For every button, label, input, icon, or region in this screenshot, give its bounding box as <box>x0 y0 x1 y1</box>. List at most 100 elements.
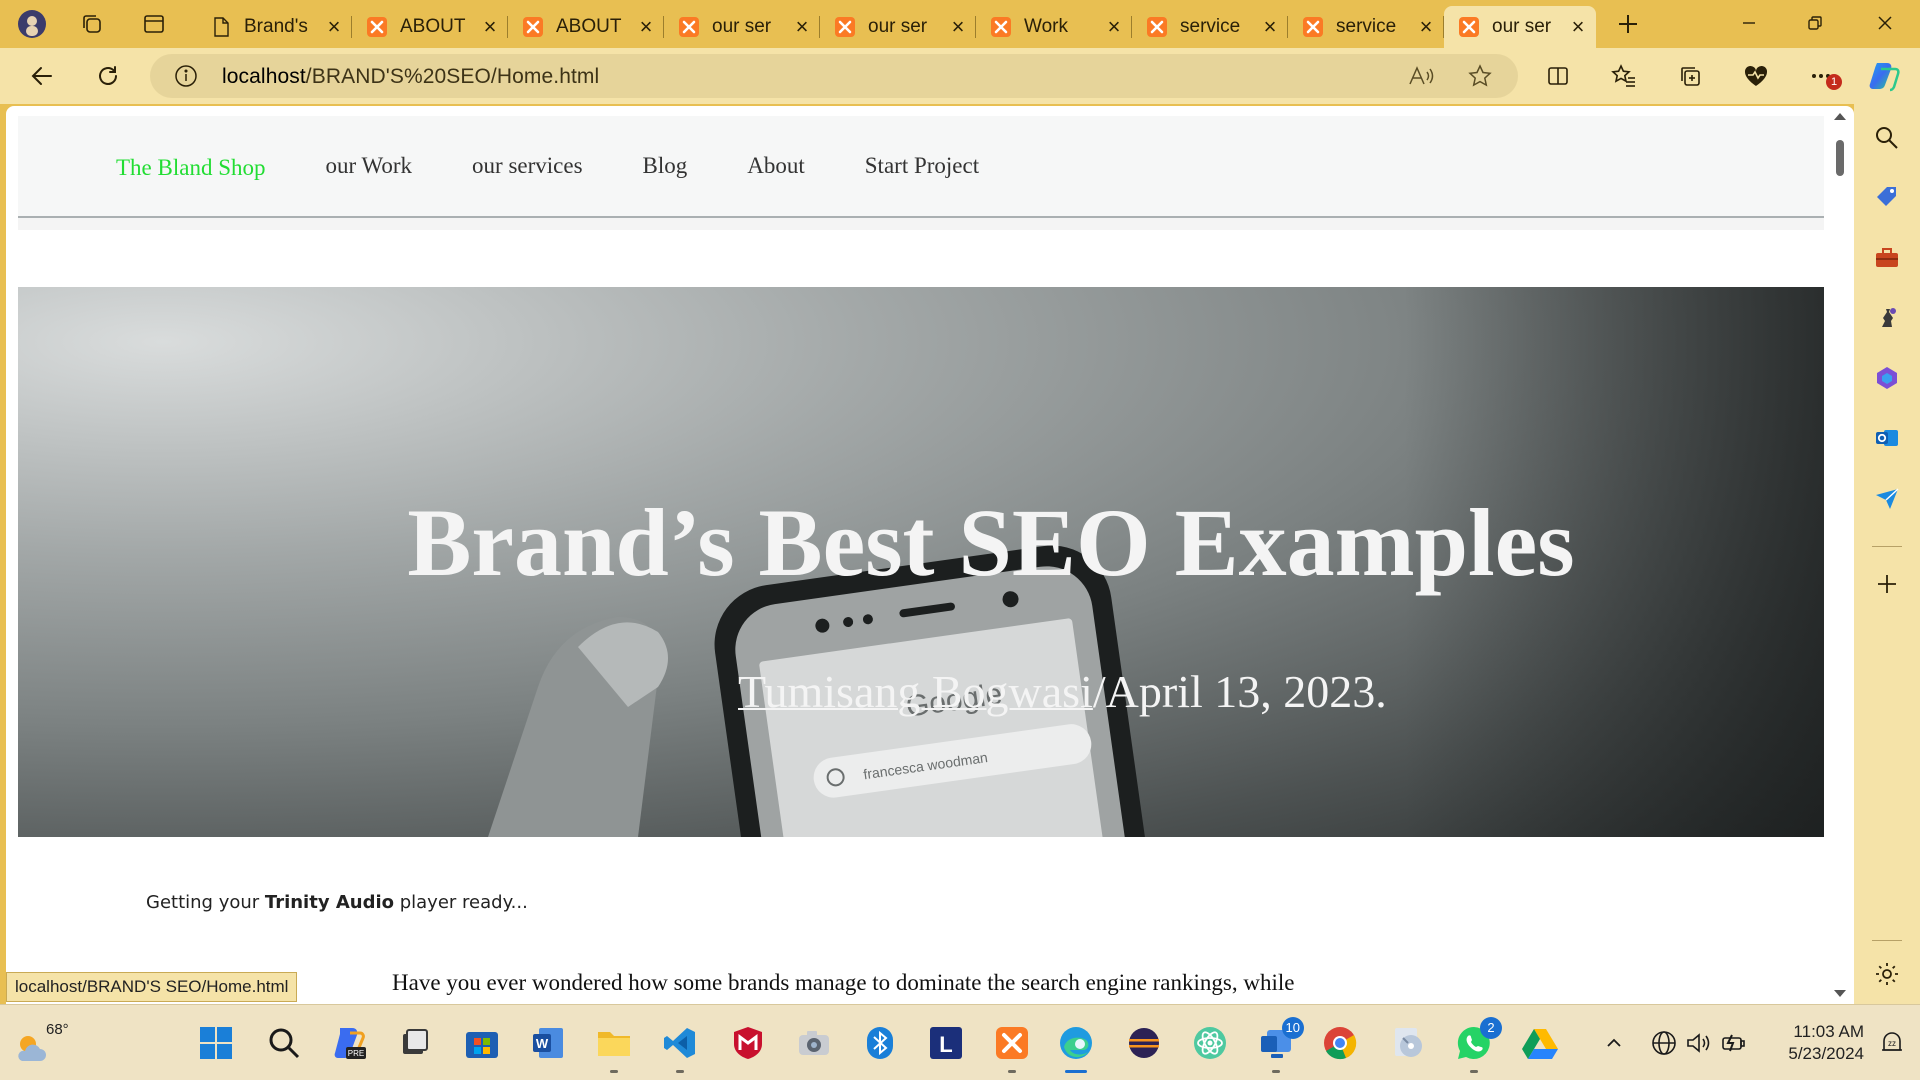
favorites-icon[interactable] <box>1604 56 1644 96</box>
disc-icon[interactable] <box>1388 1023 1428 1063</box>
search-icon[interactable] <box>264 1023 304 1063</box>
running-indicator <box>676 1070 684 1073</box>
close-tab-icon[interactable]: × <box>324 16 344 38</box>
profile-avatar[interactable] <box>14 6 50 42</box>
tab-our-services-active[interactable]: our ser × <box>1444 6 1596 48</box>
nav-link-our-services[interactable]: our services <box>472 153 583 179</box>
minimize-button[interactable] <box>1716 0 1782 46</box>
battery-charging-icon[interactable] <box>1714 1023 1754 1063</box>
eclipse-icon[interactable] <box>1124 1023 1164 1063</box>
tab-brands[interactable]: Brand's × <box>196 6 352 48</box>
xampp-icon[interactable] <box>992 1023 1032 1073</box>
l-app-icon[interactable]: L <box>926 1023 966 1063</box>
tab-services-2[interactable]: service × <box>1288 6 1444 48</box>
notification-center-icon[interactable]: zz <box>1872 1023 1912 1063</box>
edge-icon[interactable] <box>1056 1023 1096 1073</box>
send-drop-icon[interactable] <box>1869 480 1905 516</box>
browser-essentials-icon[interactable] <box>1736 56 1776 96</box>
whatsapp-icon[interactable]: 2 <box>1454 1017 1502 1073</box>
tab-title: our ser <box>712 16 772 37</box>
audio-player-loading: Getting your Trinity Audio player ready.… <box>146 892 528 913</box>
windows-start-icon[interactable] <box>196 1023 236 1063</box>
close-tab-icon[interactable]: × <box>636 16 656 38</box>
close-tab-icon[interactable]: × <box>1104 16 1124 38</box>
new-tab-button[interactable] <box>1610 6 1646 42</box>
chrome-icon[interactable] <box>1320 1023 1360 1063</box>
back-button[interactable] <box>22 56 62 96</box>
svg-text:W: W <box>536 1036 549 1051</box>
games-chess-icon[interactable] <box>1869 300 1905 336</box>
tab-services-1[interactable]: service × <box>1132 6 1288 48</box>
tools-briefcase-icon[interactable] <box>1869 240 1905 276</box>
close-tab-icon[interactable]: × <box>1568 16 1588 38</box>
sidebar-settings-icon[interactable] <box>1869 956 1905 992</box>
document-icon <box>210 16 232 38</box>
atom-icon[interactable] <box>1190 1023 1230 1063</box>
tab-our-services-2[interactable]: our ser × <box>820 6 976 48</box>
nav-link-start-project[interactable]: Start Project <box>865 153 979 179</box>
brand-link[interactable]: The Bland Shop <box>116 155 266 181</box>
nav-link-about[interactable]: About <box>747 153 805 179</box>
google-drive-icon[interactable] <box>1520 1023 1560 1063</box>
file-explorer-icon[interactable] <box>594 1023 634 1073</box>
settings-more-icon[interactable]: 1 <box>1802 56 1842 96</box>
outlook-icon[interactable] <box>1869 420 1905 456</box>
url-host: localhost <box>222 65 306 88</box>
split-screen-icon[interactable] <box>1538 56 1578 96</box>
volume-icon[interactable] <box>1678 1023 1718 1063</box>
close-tab-icon[interactable]: × <box>1416 16 1436 38</box>
tab-our-services-1[interactable]: our ser × <box>664 6 820 48</box>
tab-title: Work <box>1024 16 1068 37</box>
refresh-button[interactable] <box>88 56 128 96</box>
weather-widget[interactable]: 68° <box>14 1021 69 1065</box>
favorite-star-icon[interactable] <box>1468 64 1492 93</box>
task-view-icon[interactable] <box>394 1023 434 1063</box>
system-clock[interactable]: 11:03 AM 5/23/2024 <box>1768 1021 1864 1065</box>
intro-paragraph: Have you ever wondered how some brands m… <box>392 970 1295 995</box>
show-hidden-icons-chevron-icon[interactable] <box>1594 1023 1634 1063</box>
search-icon[interactable] <box>1869 120 1905 156</box>
whatsapp-badge: 2 <box>1480 1017 1502 1039</box>
running-indicator <box>1272 1070 1280 1073</box>
close-tab-icon[interactable]: × <box>948 16 968 38</box>
site-info-icon[interactable] <box>174 64 198 93</box>
author-link[interactable]: Tumisang Bogwasi <box>738 666 1093 717</box>
weather-cloudy-icon <box>18 1036 46 1061</box>
xampp-icon <box>366 16 388 38</box>
nav-link-our-work[interactable]: our Work <box>326 153 413 179</box>
tab-about-2[interactable]: ABOUT × <box>508 6 664 48</box>
page-scrollbar[interactable] <box>1830 106 1850 1004</box>
mcafee-icon[interactable] <box>728 1023 768 1063</box>
word-icon[interactable]: W <box>528 1023 568 1063</box>
address-bar[interactable]: localhost/BRAND'S%20SEO/Home.html <box>150 54 1518 98</box>
read-aloud-icon[interactable] <box>1408 64 1434 93</box>
restore-button[interactable] <box>1782 0 1848 46</box>
teams-icon[interactable]: 10 <box>1256 1017 1304 1073</box>
close-tab-icon[interactable]: × <box>1260 16 1280 38</box>
vscode-icon[interactable] <box>660 1023 700 1073</box>
xampp-icon <box>1302 16 1324 38</box>
copilot-icon[interactable] <box>1864 56 1904 96</box>
microsoft-365-icon[interactable] <box>1869 360 1905 396</box>
tab-work[interactable]: Work × <box>976 6 1132 48</box>
collections-icon[interactable] <box>1670 56 1710 96</box>
shopping-tag-icon[interactable] <box>1869 180 1905 216</box>
xampp-icon <box>1146 16 1168 38</box>
close-window-button[interactable] <box>1852 0 1918 46</box>
url-text[interactable]: localhost/BRAND'S%20SEO/Home.html <box>222 65 599 89</box>
close-tab-icon[interactable]: × <box>480 16 500 38</box>
microsoft-store-icon[interactable] <box>462 1023 502 1063</box>
add-sidebar-app-icon[interactable] <box>1869 566 1905 602</box>
audio-prefix: Getting your <box>146 892 265 913</box>
workspaces-icon[interactable] <box>74 6 110 42</box>
bluetooth-icon[interactable] <box>860 1023 900 1063</box>
link-status-bar: localhost/BRAND'S SEO/Home.html <box>6 972 298 1002</box>
camera-icon[interactable] <box>794 1023 834 1063</box>
nav-link-blog[interactable]: Blog <box>643 153 688 179</box>
close-tab-icon[interactable]: × <box>792 16 812 38</box>
tab-title: service <box>1336 16 1397 37</box>
url-path: /BRAND'S%20SEO/Home.html <box>305 65 600 88</box>
vertical-tabs-icon[interactable] <box>136 6 172 42</box>
tab-about-1[interactable]: ABOUT × <box>352 6 508 48</box>
copilot-pre-icon[interactable]: PRE <box>330 1023 370 1063</box>
